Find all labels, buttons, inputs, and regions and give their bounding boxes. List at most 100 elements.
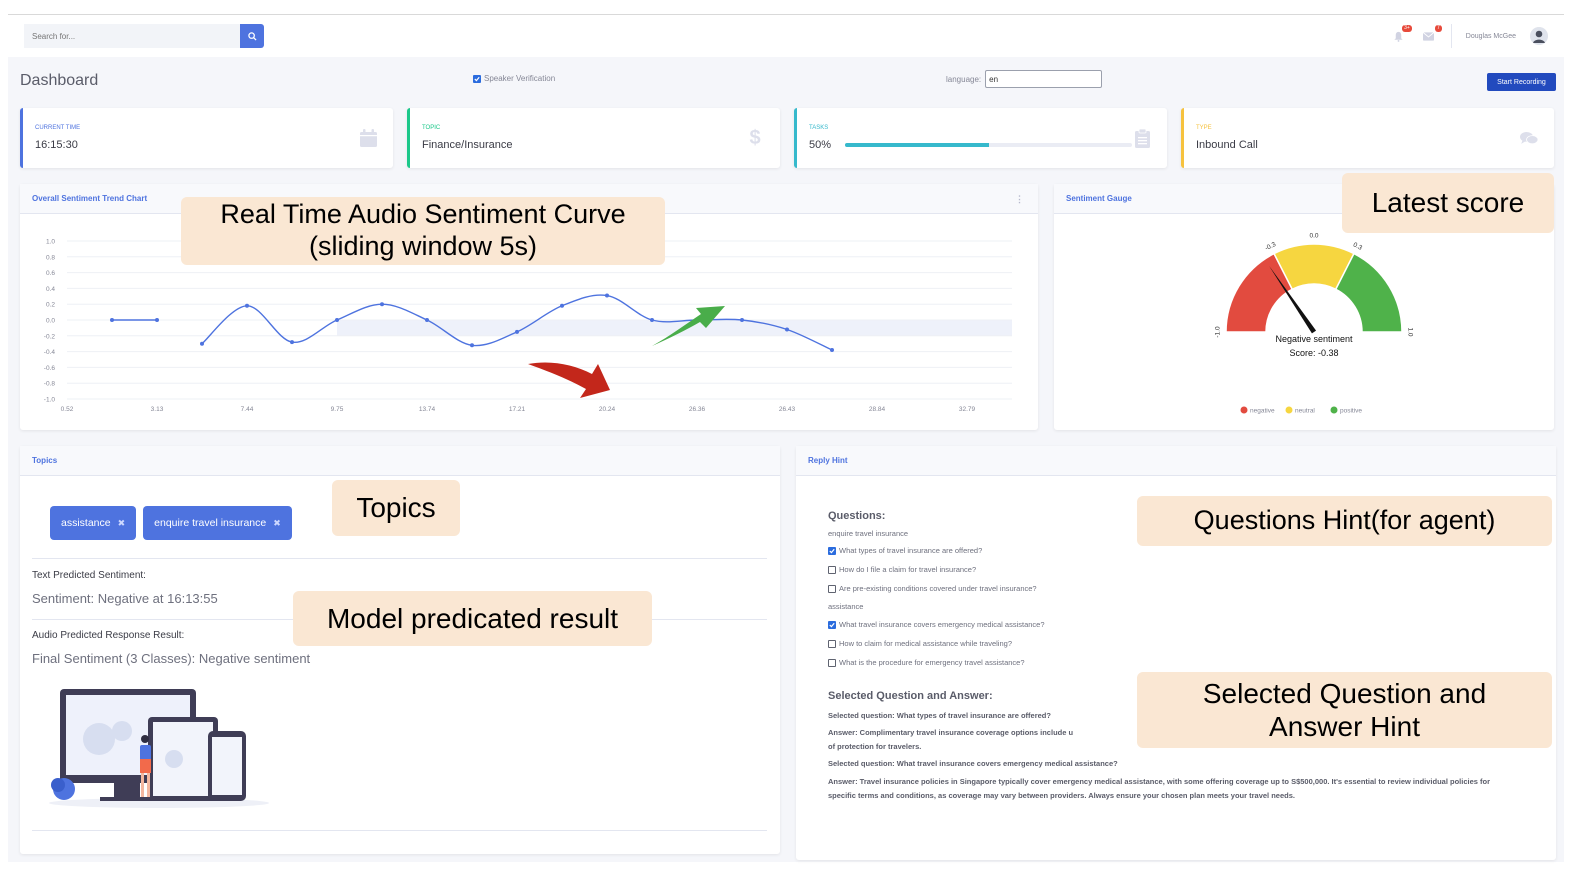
avatar[interactable] (1530, 27, 1548, 45)
data-point (830, 348, 834, 353)
page-title: Dashboard (20, 72, 99, 89)
x-tick-label: 7.44 (241, 406, 254, 413)
question-checkbox[interactable] (828, 658, 836, 667)
data-point (470, 343, 474, 348)
data-point (515, 329, 519, 334)
selected-question: Selected question: What types of travel … (828, 711, 1051, 720)
search-button[interactable] (240, 24, 264, 48)
calendar-icon (359, 128, 377, 148)
topic-tag[interactable]: enquire travel insurance ✖ (143, 506, 292, 540)
data-point (425, 318, 429, 322)
topbar-divider (1450, 24, 1452, 48)
messages-button[interactable]: 7 (1421, 25, 1442, 44)
callout-line: Questions Hint(for agent) (1193, 505, 1496, 536)
question-item[interactable]: What travel insurance covers emergency m… (828, 620, 1045, 629)
answer-text: Answer: Travel insurance policies in Sin… (828, 777, 1491, 800)
model-result-callout: Model predicated result (293, 591, 652, 646)
y-tick-label: 0.2 (46, 302, 55, 309)
x-tick-label: 9.75 (331, 406, 344, 413)
data-point (605, 293, 609, 298)
audio-result-label: Audio Predicted Response Result: (32, 630, 185, 641)
kpi-tasks: TASKS 50% (794, 108, 1167, 168)
selected-qa-heading: Selected Question and Answer: (828, 690, 993, 702)
x-tick-label: 20.24 (599, 406, 616, 413)
reply-hint-title: Reply Hint (808, 456, 848, 465)
search-bar (24, 24, 264, 48)
tasks-progress-bar (845, 143, 1132, 147)
question-item[interactable]: What is the procedure for emergency trav… (828, 658, 1025, 667)
questions-hint-callout: Questions Hint(for agent) (1137, 496, 1552, 546)
user-avatar-icon (1530, 27, 1548, 45)
remove-tag-icon[interactable]: ✖ (118, 518, 126, 529)
kpi-label: CURRENT TIME (35, 125, 81, 131)
question-text: What types of travel insurance are offer… (839, 546, 983, 555)
y-tick-label: 0.8 (46, 254, 55, 261)
callout-line: (sliding window 5s) (308, 231, 538, 261)
question-item[interactable]: How do I file a claim for travel insuran… (828, 565, 976, 574)
sentiment-gauge: -1.0 -0.3 0.0 0.3 1.0 Negative sentiment Score… (1215, 233, 1414, 415)
alerts-badge: 3+ (1402, 25, 1412, 32)
question-item[interactable]: How to claim for medical assistance whil… (828, 639, 1012, 648)
legend-marker (1330, 406, 1338, 414)
questions-heading: Questions: (828, 510, 886, 522)
top-navbar: 3+ 7 Douglas McGee (8, 15, 1564, 57)
topbar-actions: 3+ 7 Douglas McGee (1391, 23, 1548, 49)
question-item[interactable]: Are pre-existing conditions covered unde… (828, 584, 1037, 593)
y-tick-label: -0.6 (44, 365, 56, 372)
card-title: Topics (20, 446, 780, 476)
language-input[interactable] (985, 70, 1103, 88)
selected-question: Selected question: What travel insurance… (828, 759, 1118, 768)
question-item[interactable]: What types of travel insurance are offer… (828, 546, 982, 555)
more-options-icon[interactable]: ⋮ (1015, 194, 1024, 205)
question-checkbox[interactable] (828, 546, 836, 555)
legend-marker (1285, 406, 1293, 414)
question-checkbox[interactable] (828, 639, 836, 648)
data-point (245, 303, 249, 308)
legend-label: neutral (1295, 408, 1315, 415)
gauge-tick-label: -1.0 (1215, 326, 1222, 338)
y-tick-label: -0.8 (44, 381, 56, 388)
topic-tag-label: assistance (61, 517, 111, 529)
y-tick-label: 0.6 (46, 270, 55, 277)
topic-tag[interactable]: assistance ✖ (50, 506, 137, 540)
question-checkbox[interactable] (828, 584, 836, 593)
user-name[interactable]: Douglas McGee (1466, 33, 1516, 40)
gauge-card-title: Sentiment Gauge (1066, 194, 1132, 203)
speaker-verification-toggle[interactable]: Speaker Verification (473, 74, 555, 83)
x-tick-label: 17.21 (509, 406, 526, 413)
kpi-label: TOPIC (422, 125, 441, 131)
answer-text: Answer: Complimentary travel insurance c… (828, 728, 1074, 737)
latest-score-callout: Latest score (1342, 173, 1554, 233)
callout-line: Model predicated result (326, 602, 619, 634)
text-sentiment-value: Sentiment: Negative at 16:13:55 (32, 591, 218, 606)
question-group-name: enquire travel insurance (828, 529, 909, 538)
start-recording-button[interactable]: Start Recording (1487, 73, 1556, 91)
kpi-value: 16:15:30 (35, 139, 78, 151)
text-sentiment-label: Text Predicted Sentiment: (32, 570, 146, 581)
topics-callout: Topics (332, 480, 460, 536)
callout-line: Topics (356, 492, 436, 524)
kpi-topic: TOPIC Finance/Insurance $ (407, 108, 780, 168)
data-point (110, 318, 114, 322)
data-point (785, 327, 789, 332)
dollar-icon: $ (749, 126, 761, 149)
callout-line: Real Time Audio Sentiment Curve (220, 199, 626, 230)
topic-tag-label: enquire travel insurance (154, 517, 267, 529)
gauge-tick-label: 0.0 (1309, 233, 1318, 240)
legend-label: negative (1250, 408, 1275, 415)
speaker-verification-checkbox[interactable] (473, 74, 481, 83)
remove-tag-icon[interactable]: ✖ (273, 518, 281, 529)
callout-line: Latest score (1371, 187, 1525, 219)
data-point (155, 318, 159, 322)
callout-line: Answer Hint (1269, 711, 1420, 742)
kpi-label: TASKS (809, 125, 829, 131)
devices-illustration (49, 689, 269, 808)
data-point (380, 302, 384, 307)
search-input[interactable] (24, 24, 240, 48)
kpi-type: TYPE Inbound Call (1181, 108, 1554, 168)
question-group-name: assistance (828, 602, 864, 611)
question-checkbox[interactable] (828, 620, 836, 629)
alerts-button[interactable]: 3+ (1391, 25, 1412, 44)
question-checkbox[interactable] (828, 565, 836, 574)
x-tick-label: 26.36 (689, 406, 706, 413)
